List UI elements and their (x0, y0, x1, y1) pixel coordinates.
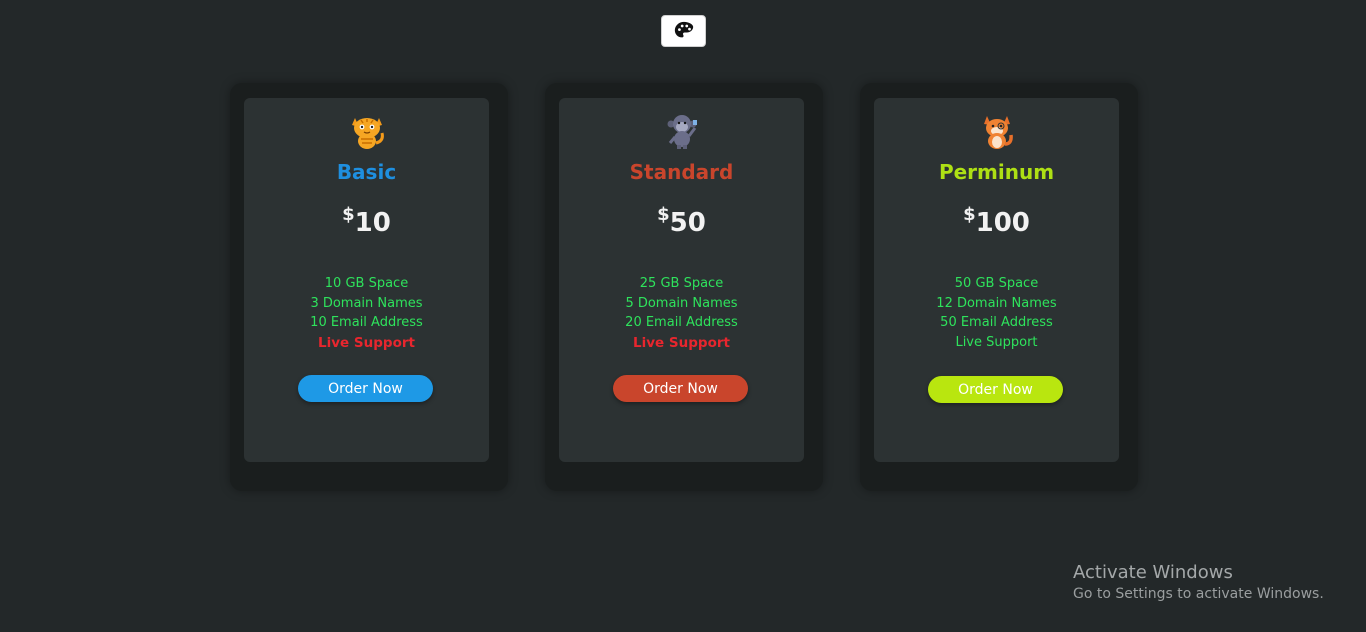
price-amount: 50 (669, 208, 706, 238)
palette-icon (674, 21, 693, 38)
currency-symbol: $ (963, 204, 976, 225)
feature-list: 50 GB Space 12 Domain Names 50 Email Add… (874, 274, 1119, 352)
plan-name: Basic (336, 160, 397, 184)
monkey-icon (559, 110, 804, 150)
watermark-subtitle: Go to Settings to activate Windows. (1073, 586, 1324, 602)
feature-item: Live Support (955, 334, 1038, 350)
feature-list: 10 GB Space 3 Domain Names 10 Email Addr… (244, 274, 489, 354)
order-now-button-premium[interactable]: Order Now (928, 376, 1063, 403)
price-amount: 10 (354, 208, 391, 238)
pricing-card-basic: Basic $10 10 GB Space 3 Domain Names 10 … (230, 83, 508, 491)
feature-item: 10 Email Address (310, 315, 423, 330)
order-now-button-basic[interactable]: Order Now (298, 375, 433, 402)
watermark-title: Activate Windows (1073, 562, 1233, 583)
feature-item: 10 GB Space (324, 276, 409, 291)
feature-item-unavailable: Live Support (633, 334, 730, 351)
pricing-card-premium: Perminum $100 50 GB Space 12 Domain Name… (860, 83, 1138, 491)
feature-item: 3 Domain Names (310, 295, 423, 311)
theme-toggle-button[interactable] (661, 15, 706, 47)
feature-item: 25 GB Space (639, 276, 724, 291)
currency-symbol: $ (342, 204, 355, 225)
currency-symbol: $ (657, 204, 670, 225)
cat-icon (244, 110, 489, 150)
feature-item-unavailable: Live Support (318, 334, 415, 351)
plan-name: Perminum (938, 160, 1055, 184)
fox-icon (874, 110, 1119, 150)
feature-item: 5 Domain Names (625, 295, 738, 311)
feature-item: 12 Domain Names (936, 295, 1057, 311)
feature-list: 25 GB Space 5 Domain Names 20 Email Addr… (559, 274, 804, 354)
plan-price: $10 (244, 204, 489, 238)
feature-item: 20 Email Address (625, 315, 738, 330)
plan-price: $100 (874, 204, 1119, 238)
plan-price: $50 (559, 204, 804, 238)
feature-item: 50 GB Space (954, 276, 1039, 291)
pricing-card-standard: Standard $50 25 GB Space 5 Domain Names … (545, 83, 823, 491)
pricing-card-body: Perminum $100 50 GB Space 12 Domain Name… (874, 98, 1119, 462)
pricing-card-body: Basic $10 10 GB Space 3 Domain Names 10 … (244, 98, 489, 462)
plan-name: Standard (629, 160, 734, 184)
price-amount: 100 (975, 208, 1030, 238)
order-now-button-standard[interactable]: Order Now (613, 375, 748, 402)
pricing-card-body: Standard $50 25 GB Space 5 Domain Names … (559, 98, 804, 462)
feature-item: 50 Email Address (940, 315, 1053, 330)
activate-windows-watermark: Activate Windows Go to Settings to activ… (1073, 562, 1324, 602)
